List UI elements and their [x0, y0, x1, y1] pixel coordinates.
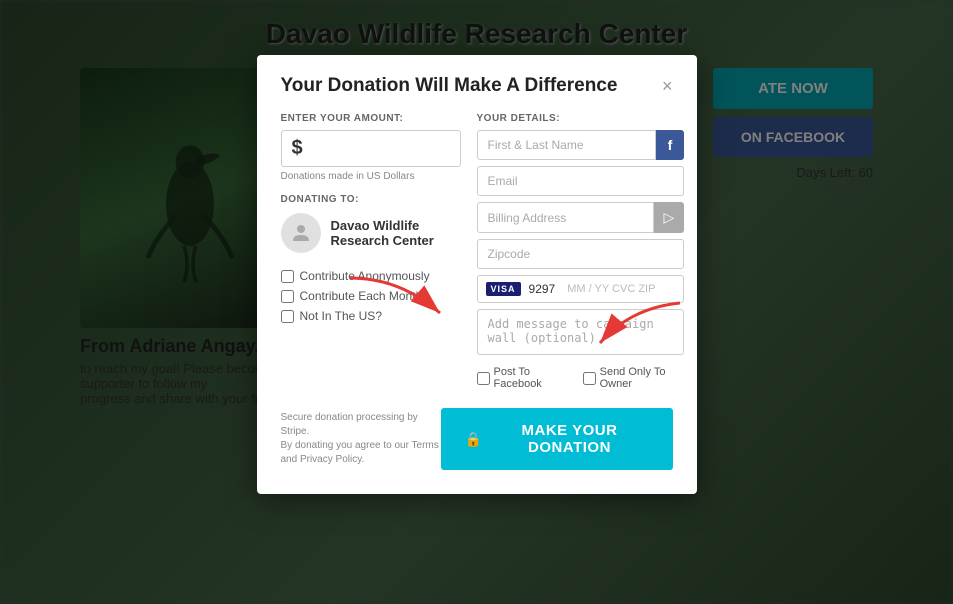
amount-input[interactable] [309, 140, 450, 158]
org-name: Davao Wildlife Research Center [331, 218, 461, 248]
modal-right-col: YOUR DETAILS: f ▷ [477, 113, 685, 404]
checkbox-not-us[interactable]: Not In The US? [281, 309, 461, 323]
checkbox-monthly[interactable]: Contribute Each Month [281, 289, 461, 303]
send-to-owner-option[interactable]: Send Only To Owner [583, 366, 685, 390]
modal-body: ENTER YOUR AMOUNT: $ Donations made in U… [281, 113, 673, 404]
donate-button[interactable]: 🔒 MAKE YOUR DONATION [441, 408, 673, 470]
facebook-icon: f [668, 137, 673, 153]
details-label: YOUR DETAILS: [477, 113, 685, 124]
checkbox-anonymous-input[interactable] [281, 270, 294, 283]
card-row: VISA 9297 MM / YY CVC ZIP [477, 275, 685, 303]
post-options: Post To Facebook Send Only To Owner [477, 366, 685, 390]
address-input[interactable] [477, 202, 654, 233]
send-to-owner-checkbox[interactable] [583, 372, 596, 385]
message-textarea[interactable] [477, 309, 685, 355]
facebook-autofill-button[interactable]: f [656, 130, 685, 160]
modal-title: Your Donation Will Make A Difference [281, 75, 618, 97]
checkbox-not-us-input[interactable] [281, 310, 294, 323]
post-to-facebook-checkbox[interactable] [477, 372, 490, 385]
modal-close-button[interactable]: × [662, 77, 673, 95]
location-button[interactable]: ▷ [654, 202, 685, 233]
visa-badge: VISA [486, 282, 521, 296]
dollar-sign: $ [292, 137, 303, 160]
currency-note: Donations made in US Dollars [281, 171, 461, 182]
checkbox-monthly-input[interactable] [281, 290, 294, 303]
location-icon: ▷ [664, 209, 675, 225]
donating-to-box: Davao Wildlife Research Center [281, 213, 461, 253]
donating-to-label: DONATING TO: [281, 194, 461, 205]
modal-backdrop: Your Donation Will Make A Difference × E… [0, 0, 953, 604]
card-placeholder: MM / YY CVC ZIP [567, 283, 675, 295]
post-to-facebook-option[interactable]: Post To Facebook [477, 366, 567, 390]
amount-box: $ [281, 130, 461, 167]
address-row: ▷ [477, 202, 685, 233]
modal-left-col: ENTER YOUR AMOUNT: $ Donations made in U… [281, 113, 461, 404]
name-row: f [477, 130, 685, 160]
send-to-owner-label: Send Only To Owner [600, 366, 685, 390]
email-input[interactable] [477, 166, 685, 196]
zipcode-input[interactable] [477, 239, 685, 269]
post-to-facebook-label: Post To Facebook [494, 366, 567, 390]
modal-footer: Secure donation processing by Stripe. By… [281, 408, 673, 470]
checkboxes: Contribute Anonymously Contribute Each M… [281, 269, 461, 323]
donate-button-label: MAKE YOUR DONATION [490, 422, 648, 456]
checkbox-anonymous[interactable]: Contribute Anonymously [281, 269, 461, 283]
modal-header: Your Donation Will Make A Difference × [281, 75, 673, 97]
zipcode-row [477, 239, 685, 269]
amount-label: ENTER YOUR AMOUNT: [281, 113, 461, 124]
card-number: 9297 [529, 282, 556, 296]
org-avatar [281, 213, 321, 253]
lock-icon: 🔒 [465, 431, 483, 448]
name-input[interactable] [477, 130, 656, 160]
secure-text: Secure donation processing by Stripe. By… [281, 411, 441, 467]
donation-modal: Your Donation Will Make A Difference × E… [257, 55, 697, 494]
